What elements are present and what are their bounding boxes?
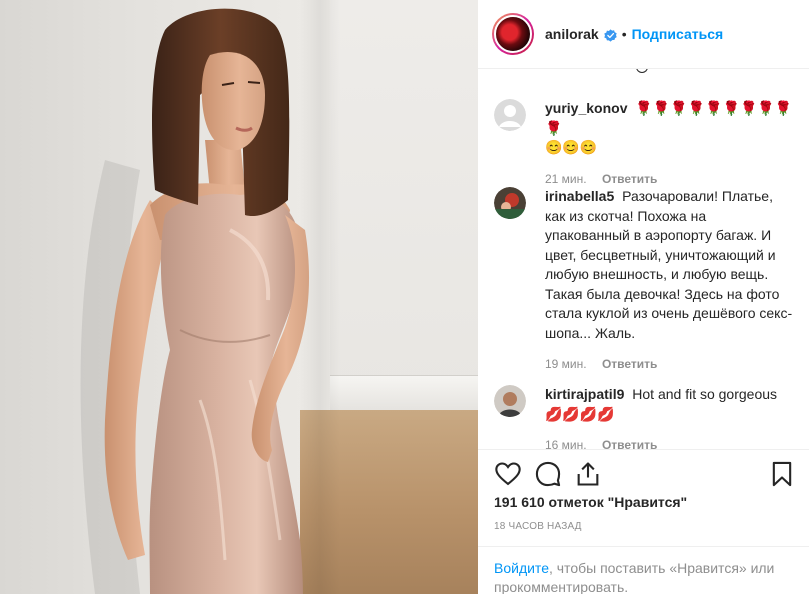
comment-icon[interactable] bbox=[534, 460, 562, 488]
comment-meta: 21 мин. Ответить bbox=[545, 172, 794, 186]
comment-text-emojis: 😊😊😊 bbox=[545, 139, 598, 155]
author-username[interactable]: anilorak bbox=[545, 26, 599, 42]
login-link[interactable]: Войдите bbox=[494, 560, 549, 576]
comment-body: irinabella5 Разочаровали! Платье, как из… bbox=[545, 187, 794, 343]
reply-button[interactable]: Ответить bbox=[602, 438, 657, 449]
comment-avatar[interactable] bbox=[494, 385, 526, 417]
share-icon[interactable] bbox=[574, 460, 602, 488]
comments-list[interactable]: yuriy_konov 🌹🌹🌹🌹🌹🌹🌹🌹🌹🌹 😊😊😊 21 мин. Ответ… bbox=[478, 69, 809, 449]
bookmark-icon[interactable] bbox=[768, 460, 796, 488]
post-actions: 191 610 отметок "Нравится" 18 ЧАСОВ НАЗА… bbox=[478, 449, 809, 594]
comment-time: 16 мин. bbox=[545, 438, 587, 449]
reply-button[interactable]: Ответить bbox=[602, 357, 657, 371]
comment-item: yuriy_konov 🌹🌹🌹🌹🌹🌹🌹🌹🌹🌹 😊😊😊 21 мин. Ответ… bbox=[494, 99, 794, 186]
author-avatar[interactable] bbox=[492, 13, 534, 55]
post-side-panel: anilorak • Подписаться yuriy_konov 🌹🌹🌹🌹🌹… bbox=[478, 0, 809, 594]
comment-text: Разочаровали! Платье, как из скотча! Пох… bbox=[545, 188, 793, 341]
comment-text: Hot and fit so gorgeous bbox=[632, 386, 778, 402]
post-time: 18 ЧАСОВ НАЗАД bbox=[494, 521, 582, 532]
more-comments-icon[interactable] bbox=[636, 69, 648, 73]
reply-button[interactable]: Ответить bbox=[602, 172, 657, 186]
verified-badge-icon bbox=[604, 28, 617, 42]
comment-body: yuriy_konov 🌹🌹🌹🌹🌹🌹🌹🌹🌹🌹 😊😊😊 bbox=[545, 99, 794, 158]
comment-item: irinabella5 Разочаровали! Платье, как из… bbox=[494, 187, 794, 371]
post-header: anilorak • Подписаться bbox=[478, 0, 809, 69]
comment-meta: 16 мин. Ответить bbox=[545, 438, 794, 449]
heart-icon[interactable] bbox=[494, 460, 522, 488]
action-icons-row bbox=[494, 460, 794, 488]
comment-text-emojis: 💋💋💋💋 bbox=[545, 405, 615, 422]
comment-body: kirtirajpatil9 Hot and fit so gorgeous 💋… bbox=[545, 385, 794, 424]
comment-username[interactable]: kirtirajpatil9 bbox=[545, 386, 624, 402]
comment-item: kirtirajpatil9 Hot and fit so gorgeous 💋… bbox=[494, 385, 794, 449]
comment-avatar[interactable] bbox=[494, 187, 526, 219]
comment-meta: 19 мин. Ответить bbox=[545, 357, 794, 371]
comment-username[interactable]: yuriy_konov bbox=[545, 100, 627, 116]
follow-button[interactable]: Подписаться bbox=[632, 26, 724, 42]
login-prompt: Войдите, чтобы поставить «Нравится» или … bbox=[478, 546, 809, 594]
comment-time: 21 мин. bbox=[545, 171, 587, 186]
header-separator: • bbox=[621, 26, 627, 42]
comment-avatar[interactable] bbox=[494, 99, 526, 131]
woman-figure-illustration bbox=[80, 8, 310, 594]
comment-username[interactable]: irinabella5 bbox=[545, 188, 614, 204]
comment-time: 19 мин. bbox=[545, 357, 587, 371]
post-photo[interactable] bbox=[0, 0, 478, 594]
likes-count[interactable]: 191 610 отметок "Нравится" bbox=[494, 494, 687, 510]
